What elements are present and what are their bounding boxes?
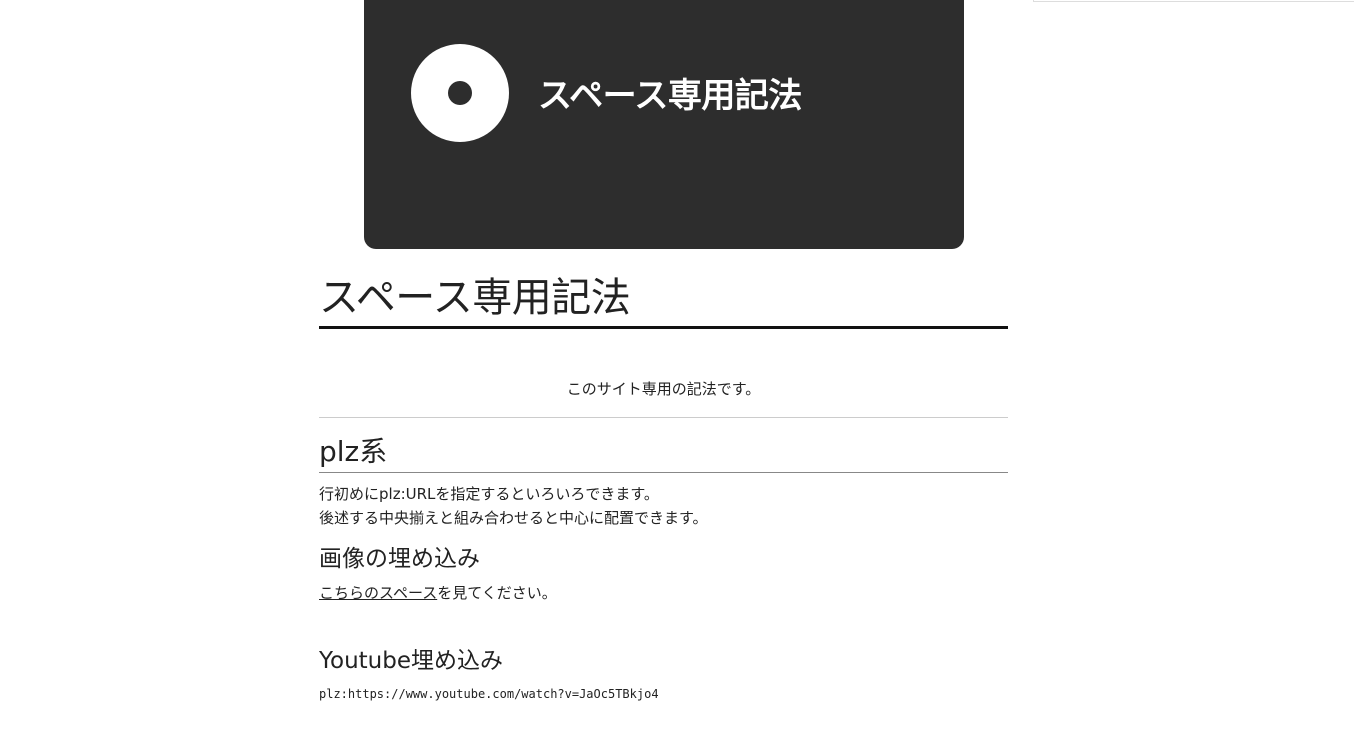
divider [319, 417, 1008, 418]
image-embed-suffix: を見てください。 [437, 584, 557, 602]
space-link[interactable]: こちらのスペース [319, 584, 437, 602]
intro-text: このサイト専用の記法です。 [566, 380, 761, 398]
section-title-plz: plz系 [319, 432, 1008, 473]
youtube-code-example: plz:https://www.youtube.com/watch?v=JaOc… [319, 687, 659, 701]
subsection-title-image-embed: 画像の埋め込み [319, 546, 480, 572]
banner-title: スペース専用記法 [538, 76, 802, 116]
plz-line-2: 後述する中央揃えと組み合わせると中心に配置できます。 [319, 509, 708, 527]
page-title: スペース専用記法 [319, 270, 1008, 329]
space-banner: スペース専用記法 [364, 0, 964, 249]
sidebar-edge [1033, 0, 1354, 2]
disc-icon [411, 44, 509, 142]
article-content: スペース専用記法 このサイト専用の記法です。 plz系 行初めにplz:URLを… [319, 270, 1008, 702]
plz-line-1: 行初めにplz:URLを指定するといろいろできます。 [319, 485, 659, 503]
plz-description: 行初めにplz:URLを指定するといろいろできます。 後述する中央揃えと組み合わ… [319, 482, 1008, 530]
image-embed-text: こちらのスペースを見てください。 [319, 581, 1008, 605]
subsection-title-youtube-embed: Youtube埋め込み [319, 648, 503, 674]
